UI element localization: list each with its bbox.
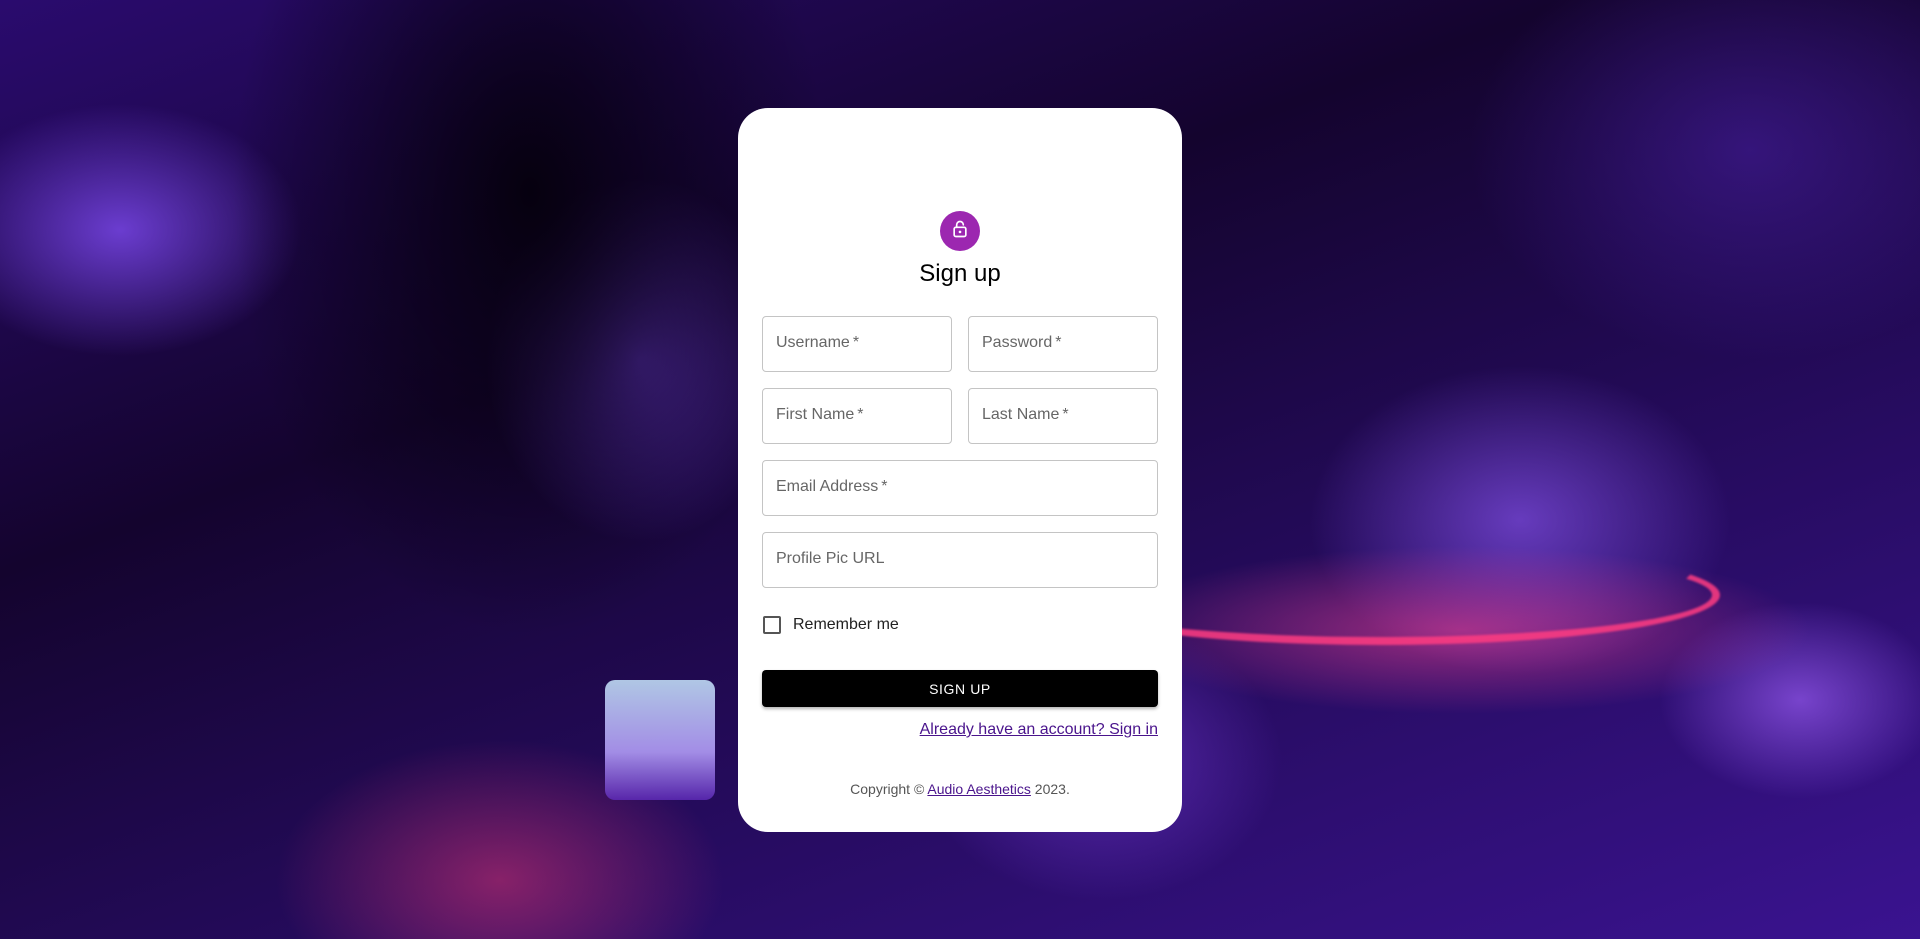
sign-in-link[interactable]: Already have an account? Sign in: [920, 721, 1158, 739]
copyright-prefix: Copyright ©: [850, 781, 925, 797]
profile-pic-url-input[interactable]: [763, 533, 1157, 587]
page-title: Sign up: [919, 260, 1001, 287]
email-input[interactable]: [763, 461, 1157, 515]
copyright: Copyright © Audio Aesthetics 2023.: [738, 781, 1182, 797]
avatar: [940, 211, 980, 251]
remember-me-label[interactable]: Remember me: [793, 616, 899, 634]
email-field[interactable]: Email Address *: [762, 460, 1158, 516]
username-input[interactable]: [763, 317, 951, 371]
username-field[interactable]: Username *: [762, 316, 952, 372]
profile-pic-url-field[interactable]: Profile Pic URL: [762, 532, 1158, 588]
password-field[interactable]: Password *: [968, 316, 1158, 372]
signup-card: Sign up Username * Password * First Name * …: [738, 108, 1182, 832]
background-fader-knob: [605, 680, 715, 800]
sign-up-button[interactable]: SIGN UP: [762, 670, 1158, 707]
first-name-input[interactable]: [763, 389, 951, 443]
remember-me-checkbox[interactable]: [763, 616, 781, 634]
last-name-field[interactable]: Last Name *: [968, 388, 1158, 444]
first-name-field[interactable]: First Name *: [762, 388, 952, 444]
brand-link[interactable]: Audio Aesthetics: [927, 781, 1031, 797]
lock-icon: [950, 219, 970, 244]
copyright-year: 2023.: [1034, 781, 1070, 797]
remember-me[interactable]: Remember me: [762, 616, 899, 634]
password-input[interactable]: [969, 317, 1157, 371]
last-name-input[interactable]: [969, 389, 1157, 443]
